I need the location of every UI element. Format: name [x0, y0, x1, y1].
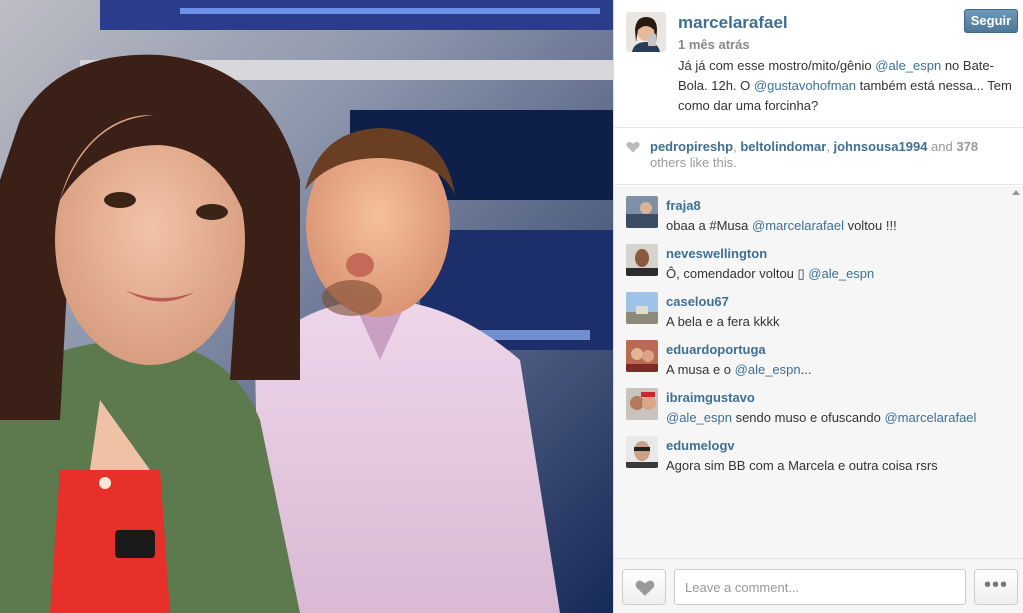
list-item: neveswellington Ô, comendador voltou ▯ @…	[626, 236, 1016, 282]
heart-icon	[626, 141, 640, 153]
likes-and: and	[927, 139, 957, 154]
caption-mention[interactable]: @gustavohofman	[754, 78, 856, 93]
comment-mention[interactable]: @marcelarafael	[884, 410, 976, 425]
avatar[interactable]	[626, 12, 666, 52]
liker-link[interactable]: johnsousa1994	[834, 139, 928, 154]
post-caption: Já já com esse mostro/mito/gênio @ale_es…	[678, 56, 1014, 116]
comment-mention[interactable]: @ale_espn	[666, 410, 732, 425]
comment-text-part: voltou !!!	[843, 218, 897, 233]
comment-text: A musa e o @ale_espn...	[666, 362, 811, 377]
likes-count[interactable]: 378	[956, 139, 978, 154]
avatar[interactable]	[626, 196, 658, 228]
comment-text: Ô, comendador voltou ▯ @ale_espn	[666, 266, 874, 282]
avatar[interactable]	[626, 436, 658, 468]
comment-username[interactable]: caselou67	[666, 294, 729, 309]
comment-input[interactable]	[674, 569, 966, 605]
comment-username[interactable]: fraja8	[666, 198, 701, 213]
comment-mention[interactable]: @marcelarafael	[752, 218, 844, 233]
comment-username[interactable]: neveswellington	[666, 246, 767, 261]
caption-mention[interactable]: @ale_espn	[875, 58, 941, 73]
post-header: marcelarafael 1 mês atrás Já já com esse…	[614, 0, 1023, 128]
comment-mention[interactable]: @ale_espn	[808, 266, 874, 281]
comment-text: Agora sim BB com a Marcela e outra coisa…	[666, 458, 938, 473]
post-photo[interactable]	[0, 0, 613, 613]
comment-text-part: Ô, comendador voltou ▯	[666, 266, 809, 281]
ellipsis-icon: •••	[983, 574, 1008, 596]
comment-text: @ale_espn sendo muso e ofuscando @marcel…	[666, 410, 976, 425]
comment-mention[interactable]: @ale_espn	[735, 362, 801, 377]
more-options-button[interactable]: •••	[974, 569, 1018, 605]
comment-text: A bela e a fera kkkk	[666, 314, 780, 329]
comments-list[interactable]: fraja8 obaa a #Musa @marcelarafael volto…	[614, 186, 1023, 558]
post-timestamp: 1 mês atrás	[678, 37, 750, 52]
list-item: fraja8 obaa a #Musa @marcelarafael volto…	[626, 188, 1016, 233]
comment-text: obaa a #Musa @marcelarafael voltou !!!	[666, 218, 897, 233]
list-item: edumelogv Agora sim BB com a Marcela e o…	[626, 428, 1016, 473]
caption-text: Já já com esse mostro/mito/gênio	[678, 58, 876, 73]
list-item: caselou67 A bela e a fera kkkk	[626, 284, 1016, 329]
comment-text-part: obaa a #Musa	[666, 218, 753, 233]
avatar[interactable]	[626, 340, 658, 372]
avatar[interactable]	[626, 292, 658, 324]
list-item: ibraimgustavo @ale_espn sendo muso e ofu…	[626, 380, 1016, 425]
comment-text-part: sendo muso e ofuscando	[731, 410, 885, 425]
selfie-image	[0, 0, 613, 613]
avatar[interactable]	[626, 244, 658, 276]
comment-composer: •••	[614, 558, 1023, 613]
avatar[interactable]	[626, 388, 658, 420]
likes-summary: pedropireshp, beltolindomar, johnsousa19…	[614, 129, 1023, 185]
comment-username[interactable]: eduardoportuga	[666, 342, 766, 357]
liker-link[interactable]: pedropireshp	[650, 139, 733, 154]
comment-username[interactable]: edumelogv	[666, 438, 735, 453]
comment-text-part: A musa e o	[666, 362, 735, 377]
post-viewer: marcelarafael 1 mês atrás Já já com esse…	[0, 0, 1023, 613]
comment-username[interactable]: ibraimgustavo	[666, 390, 755, 405]
comment-text-part: ...	[800, 362, 812, 377]
liker-link[interactable]: beltolindomar	[740, 139, 826, 154]
list-item: eduardoportuga A musa e o @ale_espn...	[626, 332, 1016, 377]
likes-separator: ,	[826, 139, 834, 154]
post-details-panel: marcelarafael 1 mês atrás Já já com esse…	[613, 0, 1023, 613]
heart-icon	[635, 580, 655, 596]
follow-button[interactable]: Seguir	[964, 9, 1018, 33]
likes-suffix: others like this.	[650, 155, 737, 170]
post-username[interactable]: marcelarafael	[678, 13, 788, 33]
like-button[interactable]	[622, 569, 666, 605]
